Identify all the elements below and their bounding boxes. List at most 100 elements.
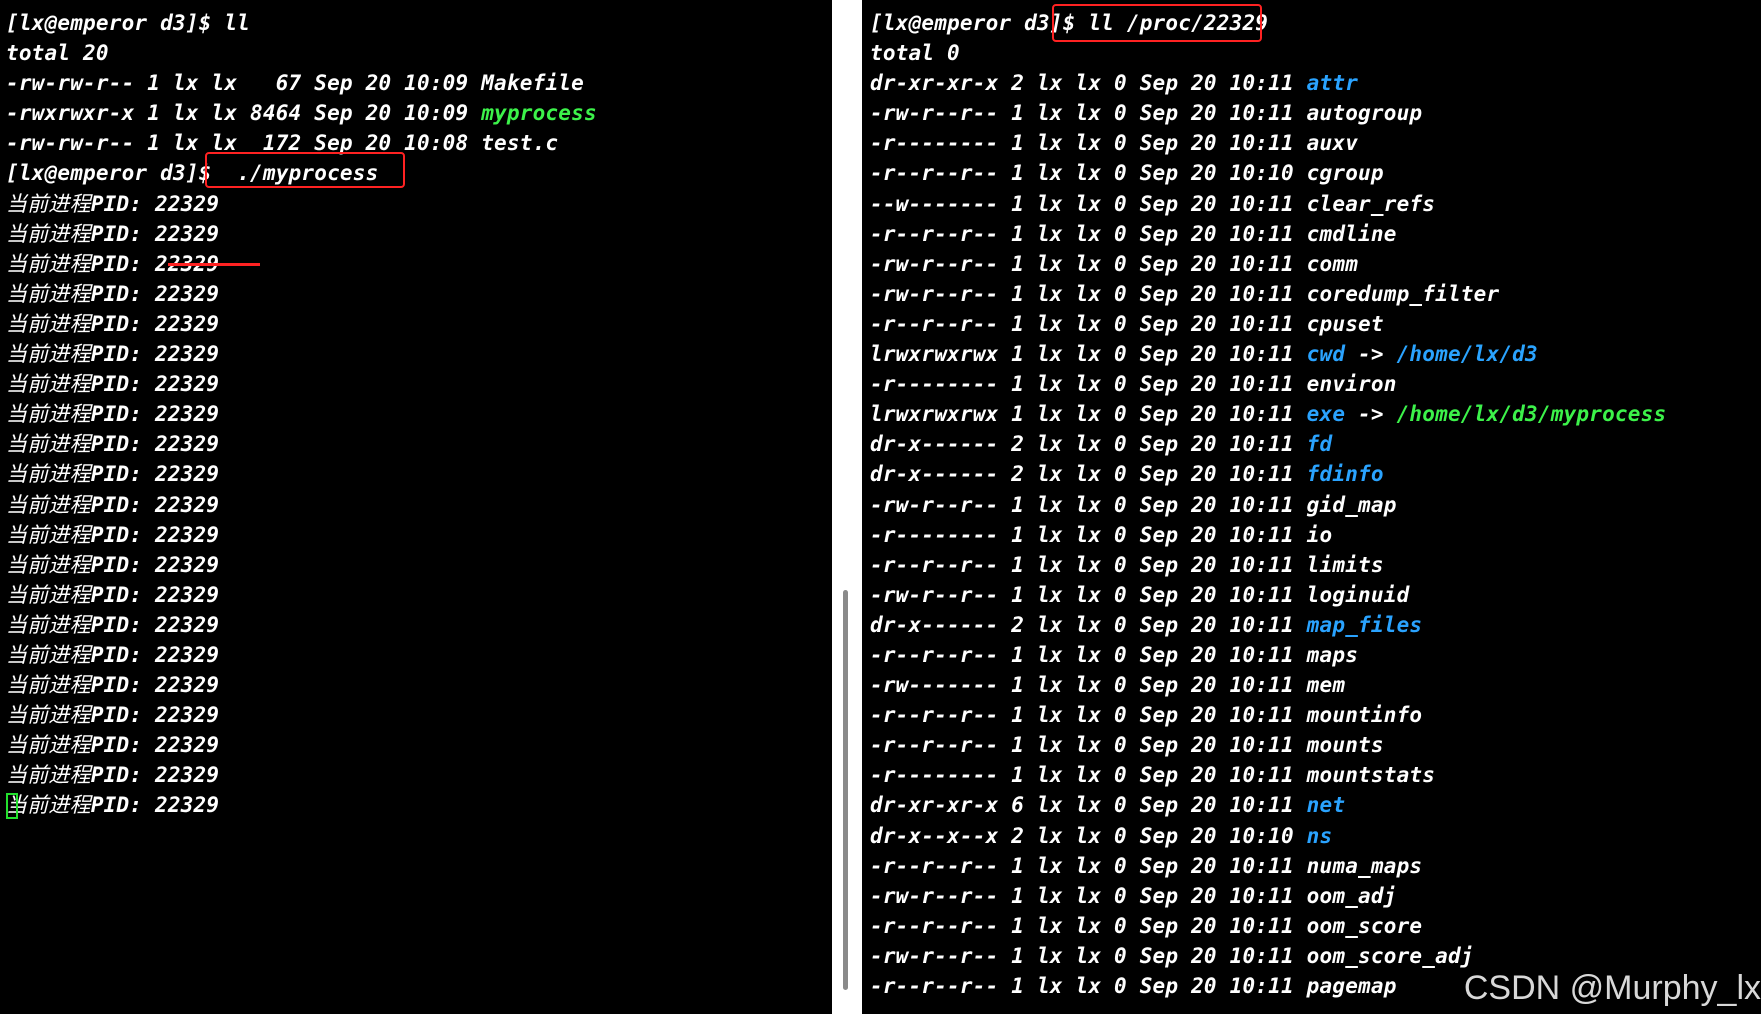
proc-entry-row: dr-xr-xr-x 6 lx lx 0 Sep 20 10:11 net	[870, 790, 1666, 820]
proc-entry-row: -r--r--r-- 1 lx lx 0 Sep 20 10:11 oom_sc…	[870, 911, 1666, 941]
link-target: /home/lx/d3/myprocess	[1396, 402, 1667, 427]
proc-entry-row: -r--r--r-- 1 lx lx 0 Sep 20 10:11 limits	[870, 550, 1666, 580]
proc-entry-row: -r--r--r-- 1 lx lx 0 Sep 20 10:11 cpuset	[870, 309, 1666, 339]
output-line: 当前进程PID: 22329	[6, 670, 597, 700]
entry-meta: -r-------- 1 lx lx 0 Sep 20 10:11	[870, 131, 1307, 156]
proc-entry-row: -r--r--r-- 1 lx lx 0 Sep 20 10:11 numa_m…	[870, 851, 1666, 881]
entry-name: ns	[1306, 823, 1333, 848]
entry-meta: dr-x------ 2 lx lx 0 Sep 20 10:11	[870, 462, 1307, 487]
output-line: 当前进程PID: 22329	[6, 429, 597, 459]
entry-meta: -rw-r--r-- 1 lx lx 0 Sep 20 10:11	[870, 883, 1307, 908]
entry-name: io	[1306, 522, 1333, 547]
proc-entry-row: -rw------- 1 lx lx 0 Sep 20 10:11 mem	[870, 670, 1666, 700]
pid-underline	[168, 263, 260, 266]
entry-meta: -r-------- 1 lx lx 0 Sep 20 10:11	[870, 372, 1307, 397]
output-label: 当前进程	[6, 281, 91, 306]
output-line: 当前进程PID: 22329	[6, 490, 597, 520]
entry-name: net	[1306, 793, 1346, 818]
proc-entry-row: -rw-r--r-- 1 lx lx 0 Sep 20 10:11 loginu…	[870, 580, 1666, 610]
output-pid: PID: 22329	[90, 703, 220, 728]
entry-name: coredump_filter	[1306, 281, 1500, 306]
file-name: Makefile	[481, 71, 584, 96]
proc-entry-row: -r--r--r-- 1 lx lx 0 Sep 20 10:11 mounts	[870, 730, 1666, 760]
entry-name: maps	[1306, 642, 1359, 667]
output-pid: PID: 22329	[90, 793, 220, 818]
output-pid: PID: 22329	[90, 402, 220, 427]
entry-name: attr	[1306, 71, 1359, 96]
entry-name: mountinfo	[1306, 703, 1423, 728]
entry-name: oom_score	[1306, 913, 1423, 938]
proc-entry-row: -rw-r--r-- 1 lx lx 0 Sep 20 10:11 oom_sc…	[870, 941, 1666, 971]
proc-entry-row: dr-xr-xr-x 2 lx lx 0 Sep 20 10:11 attr	[870, 68, 1666, 98]
file-meta: -rw-rw-r-- 1 lx lx 67 Sep 20 10:09	[6, 71, 482, 96]
output-line: 当前进程PID: 22329	[6, 369, 597, 399]
output-pid: PID: 22329	[90, 372, 220, 397]
entry-meta: dr-x------ 2 lx lx 0 Sep 20 10:11	[870, 612, 1307, 637]
output-label: 当前进程	[6, 582, 91, 607]
proc-entry-row: -r-------- 1 lx lx 0 Sep 20 10:11 enviro…	[870, 369, 1666, 399]
entry-name: cgroup	[1306, 161, 1384, 186]
output-line: 当前进程PID: 22329	[6, 189, 597, 219]
file-name: myprocess	[481, 101, 597, 126]
entry-meta: dr-xr-xr-x 6 lx lx 0 Sep 20 10:11	[870, 793, 1307, 818]
pane-divider[interactable]	[832, 0, 862, 1014]
entry-name: environ	[1306, 372, 1397, 397]
output-line: 当前进程PID: 22329	[6, 790, 597, 820]
proc-entry-row: -rw-r--r-- 1 lx lx 0 Sep 20 10:11 autogr…	[870, 98, 1666, 128]
prompt-line: [lx@emperor d3]$ ll /proc/22329	[870, 8, 1666, 38]
proc-entry-row: -r--r--r-- 1 lx lx 0 Sep 20 10:11 mounti…	[870, 700, 1666, 730]
output-line: 当前进程PID: 22329	[6, 550, 597, 580]
link-arrow: ->	[1345, 342, 1397, 367]
proc-entry-row: --w------- 1 lx lx 0 Sep 20 10:11 clear_…	[870, 189, 1666, 219]
entry-meta: lrwxrwxrwx 1 lx lx 0 Sep 20 10:11	[870, 402, 1307, 427]
entry-meta: lrwxrwxrwx 1 lx lx 0 Sep 20 10:11	[870, 342, 1307, 367]
entry-meta: -r--r--r-- 1 lx lx 0 Sep 20 10:11	[870, 733, 1307, 758]
scrollbar-thumb[interactable]	[843, 590, 848, 990]
output-label: 当前进程	[6, 462, 91, 487]
right-terminal-pane[interactable]: [lx@emperor d3]$ ll /proc/22329 total 0 …	[862, 0, 1761, 1014]
proc-entry-row: -r--r--r-- 1 lx lx 0 Sep 20 10:10 cgroup	[870, 158, 1666, 188]
entry-meta: -r--r--r-- 1 lx lx 0 Sep 20 10:11	[870, 974, 1307, 998]
proc-entry-row: -r-------- 1 lx lx 0 Sep 20 10:11 io	[870, 520, 1666, 550]
entry-name: mem	[1306, 673, 1346, 698]
proc-entry-row: -rw-r--r-- 1 lx lx 0 Sep 20 10:11 coredu…	[870, 279, 1666, 309]
prompt: [lx@emperor d3]$	[6, 11, 225, 35]
entry-name: mounts	[1306, 733, 1384, 758]
output-pid: PID: 22329	[90, 522, 220, 547]
file-row: -rwxrwxr-x 1 lx lx 8464 Sep 20 10:09 myp…	[6, 98, 597, 128]
output-label: 当前进程	[6, 733, 91, 758]
entry-name: mountstats	[1306, 763, 1436, 788]
entry-meta: -r--r--r-- 1 lx lx 0 Sep 20 10:11	[870, 311, 1307, 336]
output-pid: PID: 22329	[90, 642, 220, 667]
proc-entry-row: -rw-r--r-- 1 lx lx 0 Sep 20 10:11 oom_ad…	[870, 881, 1666, 911]
terminal-cursor	[6, 793, 18, 819]
entry-name: pagemap	[1306, 974, 1397, 998]
watermark: CSDN @Murphy_lx	[1463, 969, 1761, 1007]
file-meta: -rwxrwxr-x 1 lx lx 8464 Sep 20 10:09	[6, 101, 482, 126]
entry-name: auxv	[1306, 131, 1359, 156]
output-line: 当前进程PID: 22329	[6, 279, 597, 309]
entry-meta: --w------- 1 lx lx 0 Sep 20 10:11	[870, 191, 1307, 216]
output-label: 当前进程	[6, 642, 91, 667]
prompt: [lx@emperor d3]$	[6, 161, 225, 186]
output-label: 当前进程	[6, 612, 91, 637]
output-pid: PID: 22329	[90, 462, 220, 487]
output-line: 当前进程PID: 22329	[6, 309, 597, 339]
left-terminal-output: [lx@emperor d3]$ ll total 20 -rw-rw-r-- …	[6, 8, 597, 821]
total-line: total 0	[870, 41, 960, 66]
output-line: 当前进程PID: 22329	[6, 760, 597, 790]
entry-meta: -r-------- 1 lx lx 0 Sep 20 10:11	[870, 522, 1307, 547]
entry-name: cmdline	[1306, 221, 1397, 246]
entry-meta: dr-xr-xr-x 2 lx lx 0 Sep 20 10:11	[870, 71, 1307, 96]
left-terminal-pane[interactable]: [lx@emperor d3]$ ll total 20 -rw-rw-r-- …	[0, 0, 832, 1014]
link-arrow: ->	[1345, 402, 1397, 427]
output-line: 当前进程PID: 22329	[6, 640, 597, 670]
output-pid: PID: 22329	[90, 673, 220, 698]
output-label: 当前进程	[6, 793, 91, 818]
output-label: 当前进程	[6, 522, 91, 547]
output-line: 当前进程PID: 22329	[6, 730, 597, 760]
entry-meta: dr-x--x--x 2 lx lx 0 Sep 20 10:10	[870, 823, 1307, 848]
output-label: 当前进程	[6, 402, 91, 427]
entry-name: oom_adj	[1306, 883, 1397, 908]
total-line: total 20	[6, 41, 109, 66]
